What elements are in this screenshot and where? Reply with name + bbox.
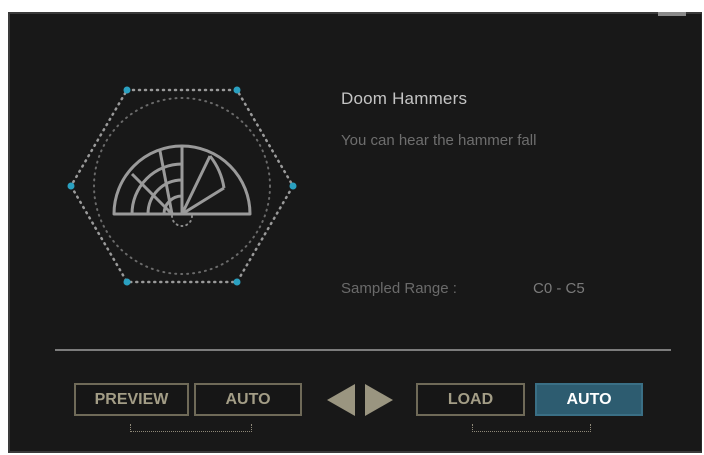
bracket-right xyxy=(472,424,591,432)
bracket-left xyxy=(130,424,252,432)
instrument-description: You can hear the hammer fall xyxy=(341,132,537,149)
corner-tab xyxy=(658,12,686,16)
prev-next-arrows xyxy=(327,384,393,416)
divider xyxy=(55,349,671,351)
arrow-right-icon[interactable] xyxy=(365,384,393,416)
auto-load-button[interactable]: AUTO xyxy=(535,383,643,416)
load-button[interactable]: LOAD xyxy=(416,383,525,416)
preview-button[interactable]: PREVIEW xyxy=(74,383,189,416)
hexagon-hammer-icon xyxy=(67,86,297,286)
auto-preview-button[interactable]: AUTO xyxy=(194,383,302,416)
sampled-range-value: C0 - C5 xyxy=(533,280,585,297)
arrow-left-icon[interactable] xyxy=(327,384,355,416)
sampled-range-label: Sampled Range : xyxy=(341,280,457,297)
instrument-name: Doom Hammers xyxy=(341,89,468,108)
